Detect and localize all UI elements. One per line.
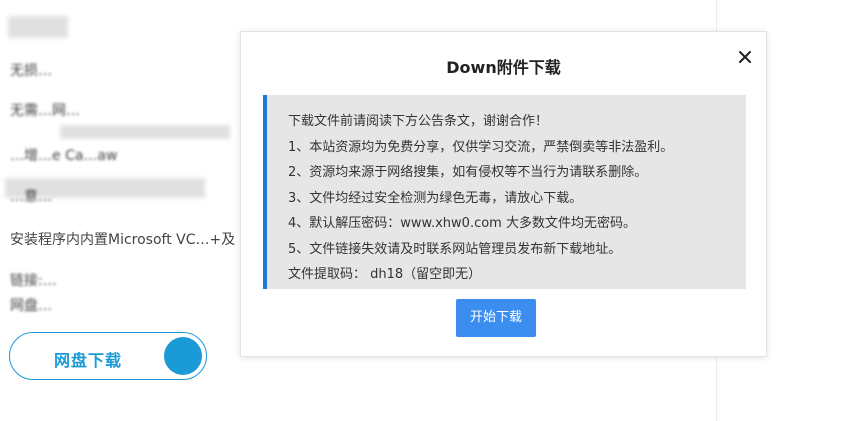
modal-title: Down附件下载 xyxy=(446,58,561,77)
article-line: 无损… xyxy=(10,63,52,79)
article-line: 无需…网… xyxy=(10,103,80,119)
notice-line: 5、文件链接失效请及时联系网站管理员发布新下载地址。 xyxy=(288,241,622,257)
article-line: …增…e Ca…aw xyxy=(10,148,118,164)
obscured-block xyxy=(8,16,68,38)
obscured-block xyxy=(60,125,230,139)
article-line: 安装程序内内置Microsoft VC…+及 xyxy=(10,232,236,248)
extraction-code: 文件提取码： dh18（留空即无） xyxy=(288,267,482,282)
article-line: 网盘… xyxy=(10,298,52,314)
netdisk-knob-icon xyxy=(164,337,202,375)
notice-line: 4、默认解压密码：www.xhw0.com 大多数文件均无密码。 xyxy=(288,216,636,231)
notice-line: 3、文件均经过安全检测为绿色无毒，请放心下载。 xyxy=(288,190,583,206)
download-modal: Down附件下载 下载文件前请阅读下方公告条文，谢谢合作！ 1、本站资源均为免费… xyxy=(240,31,767,357)
notice-line: 1、本站资源均为免费分享，仅供学习交流，严禁倒卖等非法盈利。 xyxy=(288,139,674,155)
close-icon[interactable] xyxy=(737,49,753,65)
download-notice: 下载文件前请阅读下方公告条文，谢谢合作！ 1、本站资源均为免费分享，仅供学习交流… xyxy=(263,95,746,289)
netdisk-download-label: 网盘下载 xyxy=(54,351,123,370)
notice-line: 2、资源均来源于网络搜集，如有侵权等不当行为请联系删除。 xyxy=(288,165,648,180)
notice-line: 下载文件前请阅读下方公告条文，谢谢合作！ xyxy=(288,114,549,129)
start-download-button[interactable]: 开始下载 xyxy=(456,299,536,337)
article-line: 链接:… xyxy=(10,273,57,289)
netdisk-download-button[interactable]: 网盘下载 xyxy=(9,332,207,380)
article-line: …意… xyxy=(10,189,52,205)
